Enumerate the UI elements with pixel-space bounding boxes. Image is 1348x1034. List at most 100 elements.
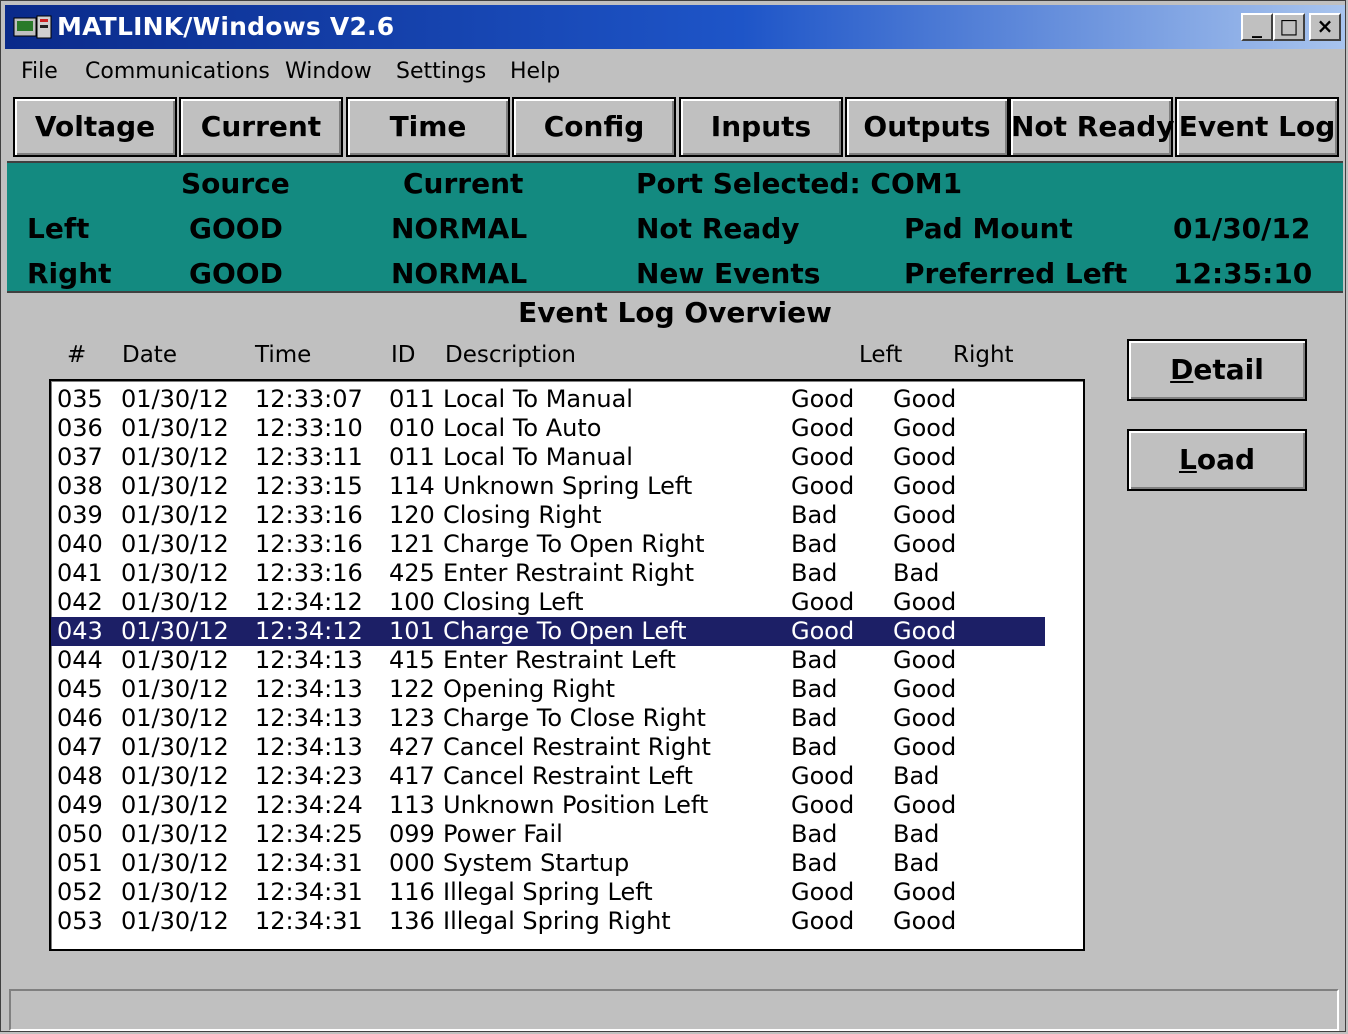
title-bar[interactable]: MATLINK/Windows V2.6 _ □ ×: [5, 5, 1345, 49]
event-right-status: Good: [893, 443, 957, 471]
table-row[interactable]: 049 01/30/12 12:34:24 113 Unknown Position L…: [51, 791, 1045, 820]
event-date: 01/30/12: [121, 501, 229, 529]
event-id: 101: [389, 617, 435, 645]
tab-outputs[interactable]: Outputs: [845, 97, 1009, 157]
event-date: 01/30/12: [121, 762, 229, 790]
close-button[interactable]: ×: [1309, 13, 1341, 41]
event-number: 048: [57, 762, 103, 790]
event-time: 12:34:31: [255, 849, 363, 877]
event-right-status: Bad: [893, 559, 940, 587]
event-time: 12:33:15: [255, 472, 363, 500]
table-row[interactable]: 037 01/30/12 12:33:11 011 Local To Manual Goo…: [51, 443, 1045, 472]
event-description: Enter Restraint Left: [443, 646, 676, 674]
table-row[interactable]: 039 01/30/12 12:33:16 120 Closing Right Bad Go…: [51, 501, 1045, 530]
event-number: 049: [57, 791, 103, 819]
right-source-status: GOOD: [189, 257, 283, 290]
table-row[interactable]: 053 01/30/12 12:34:31 136 Illegal Spring Rig…: [51, 907, 1045, 936]
table-row[interactable]: 036 01/30/12 12:33:10 010 Local To Auto Good G…: [51, 414, 1045, 443]
event-description: Illegal Spring Left: [443, 878, 653, 906]
event-id: 010: [389, 414, 435, 442]
tab-not-ready[interactable]: Not Ready: [1009, 97, 1175, 157]
column-header-left: Left: [859, 342, 903, 368]
menu-file[interactable]: File: [21, 53, 58, 91]
detail-button[interactable]: Detail: [1127, 339, 1307, 401]
event-time: 12:34:31: [255, 907, 363, 935]
event-description: Charge To Open Right: [443, 530, 705, 558]
event-number: 043: [57, 617, 103, 645]
table-row[interactable]: 047 01/30/12 12:34:13 427 Cancel Restraint R…: [51, 733, 1045, 762]
event-number: 052: [57, 878, 103, 906]
menu-communications[interactable]: Communications: [85, 53, 270, 91]
menu-window[interactable]: Window: [285, 53, 372, 91]
event-right-status: Good: [893, 501, 957, 529]
table-row[interactable]: 044 01/30/12 12:34:13 415 Enter Restraint Le…: [51, 646, 1045, 675]
event-description: Unknown Position Left: [443, 791, 709, 819]
table-row[interactable]: 042 01/30/12 12:34:12 100 Closing Left Good Go…: [51, 588, 1045, 617]
event-left-status: Bad: [791, 559, 838, 587]
event-description: Closing Left: [443, 588, 584, 616]
event-date: 01/30/12: [121, 820, 229, 848]
table-row[interactable]: 035 01/30/12 12:33:07 011 Local To Manual Goo…: [51, 385, 1045, 414]
event-right-status: Bad: [893, 762, 940, 790]
tab-inputs[interactable]: Inputs: [679, 97, 843, 157]
event-number: 039: [57, 501, 103, 529]
table-row[interactable]: 052 01/30/12 12:34:31 116 Illegal Spring Lef…: [51, 878, 1045, 907]
status-date: 01/30/12: [1173, 212, 1311, 245]
event-left-status: Good: [791, 472, 855, 500]
table-row[interactable]: 041 01/30/12 12:33:16 425 Enter Restraint Ri…: [51, 559, 1045, 588]
left-current-status: NORMAL: [391, 212, 528, 245]
event-id: 000: [389, 849, 435, 877]
tab-current[interactable]: Current: [179, 97, 343, 157]
event-number: 047: [57, 733, 103, 761]
event-id: 114: [389, 472, 435, 500]
event-right-status: Good: [893, 414, 957, 442]
event-time: 12:33:07: [255, 385, 363, 413]
event-left-status: Bad: [791, 849, 838, 877]
column-header-date: Date: [122, 342, 177, 368]
events-state: New Events: [636, 257, 821, 290]
preferred-side: Preferred Left: [904, 257, 1128, 290]
column-header-number: #: [67, 342, 87, 368]
event-number: 044: [57, 646, 103, 674]
event-number: 046: [57, 704, 103, 732]
window-title: MATLINK/Windows V2.6: [57, 12, 395, 41]
table-row[interactable]: 048 01/30/12 12:34:23 417 Cancel Restraint L…: [51, 762, 1045, 791]
tab-time[interactable]: Time: [346, 97, 510, 157]
table-row[interactable]: 043 01/30/12 12:34:12 101 Charge To Open Lef…: [51, 617, 1045, 646]
event-id: 011: [389, 385, 435, 413]
event-number: 053: [57, 907, 103, 935]
event-number: 051: [57, 849, 103, 877]
table-row[interactable]: 046 01/30/12 12:34:13 123 Charge To Close Ri…: [51, 704, 1045, 733]
event-log-list[interactable]: 035 01/30/12 12:33:07 011 Local To Manual Goo…: [49, 379, 1085, 951]
event-id: 011: [389, 443, 435, 471]
tab-event-log[interactable]: Event Log: [1175, 97, 1339, 157]
menu-help[interactable]: Help: [510, 53, 560, 91]
ready-state: Not Ready: [636, 212, 800, 245]
event-time: 12:33:16: [255, 530, 363, 558]
status-panel: Source Current Port Selected: COM1 Left …: [7, 161, 1343, 293]
event-id: 099: [389, 820, 435, 848]
column-header-description: Description: [445, 342, 576, 368]
event-right-status: Good: [893, 878, 957, 906]
load-button[interactable]: Load: [1127, 429, 1307, 491]
maximize-button[interactable]: □: [1273, 13, 1305, 41]
table-row[interactable]: 040 01/30/12 12:33:16 121 Charge To Open Rig…: [51, 530, 1045, 559]
table-row[interactable]: 045 01/30/12 12:34:13 122 Opening Right Bad Go…: [51, 675, 1045, 704]
event-date: 01/30/12: [121, 443, 229, 471]
event-number: 038: [57, 472, 103, 500]
event-number: 036: [57, 414, 103, 442]
event-description: Charge To Open Left: [443, 617, 687, 645]
event-id: 100: [389, 588, 435, 616]
minimize-button[interactable]: _: [1241, 13, 1273, 41]
load-label: oad: [1196, 443, 1256, 476]
tab-config[interactable]: Config: [512, 97, 676, 157]
left-source-status: GOOD: [189, 212, 283, 245]
menu-settings[interactable]: Settings: [396, 53, 486, 91]
event-number: 035: [57, 385, 103, 413]
event-number: 050: [57, 820, 103, 848]
table-row[interactable]: 038 01/30/12 12:33:15 114 Unknown Spring Lef…: [51, 472, 1045, 501]
table-row[interactable]: 051 01/30/12 12:34:31 000 System Startup Bad B…: [51, 849, 1045, 878]
tab-voltage[interactable]: Voltage: [13, 97, 177, 157]
table-row[interactable]: 050 01/30/12 12:34:25 099 Power Fail Bad Bad: [51, 820, 1045, 849]
event-right-status: Good: [893, 907, 957, 935]
